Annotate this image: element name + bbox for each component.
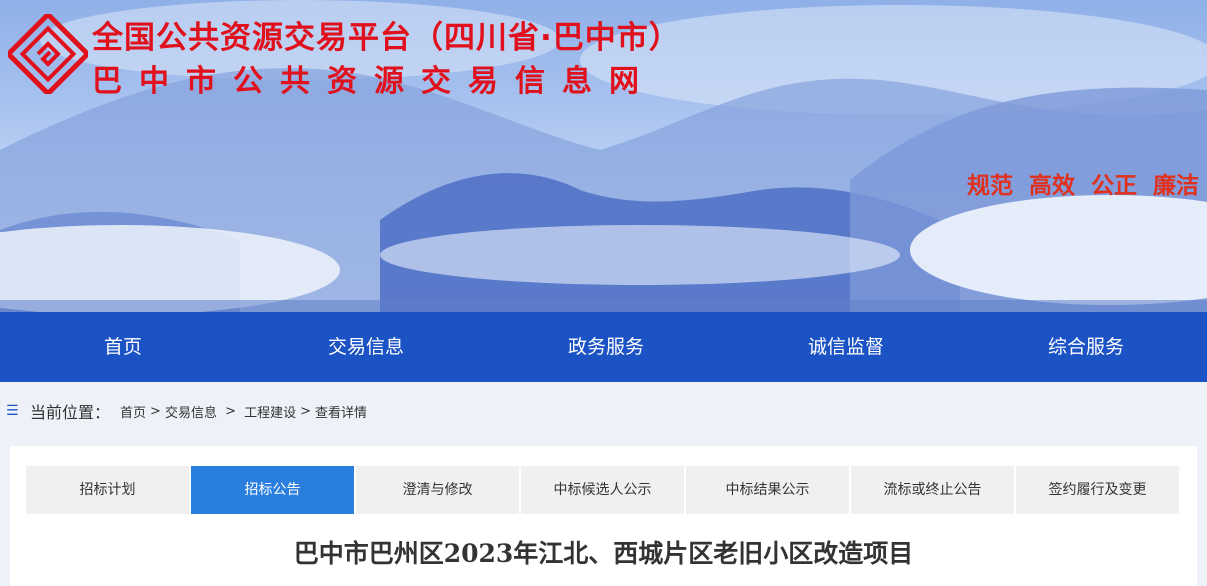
list-icon: ☰: [6, 403, 19, 419]
breadcrumb-separator: >: [220, 403, 241, 419]
category-tabs: 招标计划 招标公告 澄清与修改 中标候选人公示 中标结果公示 流标或终止公告 签…: [26, 466, 1179, 514]
nav-item-gov-service[interactable]: 政务服务: [486, 312, 726, 382]
tab-candidate-publicity[interactable]: 中标候选人公示: [521, 466, 684, 514]
tab-award-result[interactable]: 中标结果公示: [686, 466, 849, 514]
nav-item-credit[interactable]: 诚信监督: [726, 312, 966, 382]
tab-bid-plan[interactable]: 招标计划: [26, 466, 189, 514]
site-title: 全国公共资源交易平台（四川省·巴中市）: [92, 20, 681, 56]
breadcrumb-separator: >: [300, 403, 312, 419]
breadcrumb-label: 当前位置：: [30, 403, 111, 422]
breadcrumb-detail: 查看详情: [315, 405, 368, 421]
tab-failed-termination[interactable]: 流标或终止公告: [851, 466, 1014, 514]
tab-clarification[interactable]: 澄清与修改: [356, 466, 519, 514]
content-panel: 招标计划 招标公告 澄清与修改 中标候选人公示 中标结果公示 流标或终止公告 签…: [10, 446, 1197, 586]
slogan-item: 规范: [967, 173, 1013, 199]
tab-contract-change[interactable]: 签约履行及变更: [1016, 466, 1179, 514]
slogan-item: 公正: [1091, 173, 1137, 199]
header-banner: 全国公共资源交易平台（四川省·巴中市） 巴中市公共资源交易信息网 规范 高效 公…: [0, 0, 1207, 312]
breadcrumb: ☰ 当前位置： 首页 > 交易信息 > 工程建设 > 查看详情: [0, 382, 1207, 440]
slogans: 规范 高效 公正 廉洁: [967, 166, 1199, 200]
nav-item-trade-info[interactable]: 交易信息: [246, 312, 486, 382]
main-nav: 首页 交易信息 政务服务 诚信监督 综合服务: [0, 312, 1207, 382]
tab-bid-notice[interactable]: 招标公告: [191, 466, 354, 514]
breadcrumb-separator: >: [150, 403, 161, 419]
breadcrumb-engineering[interactable]: 工程建设: [244, 402, 296, 421]
slogan-item: 高效: [1029, 173, 1075, 199]
nav-item-home[interactable]: 首页: [0, 312, 246, 382]
article-title: 巴中市巴州区2023年江北、西城片区老旧小区改造项目: [293, 539, 914, 568]
logo-emblem: [8, 14, 88, 94]
nav-item-services[interactable]: 综合服务: [966, 312, 1206, 382]
breadcrumb-home[interactable]: 首页: [120, 402, 146, 421]
slogan-item: 廉洁: [1153, 173, 1199, 199]
site-subtitle: 巴中市公共资源交易信息网: [92, 64, 656, 99]
breadcrumb-trade-info[interactable]: 交易信息: [165, 402, 217, 421]
